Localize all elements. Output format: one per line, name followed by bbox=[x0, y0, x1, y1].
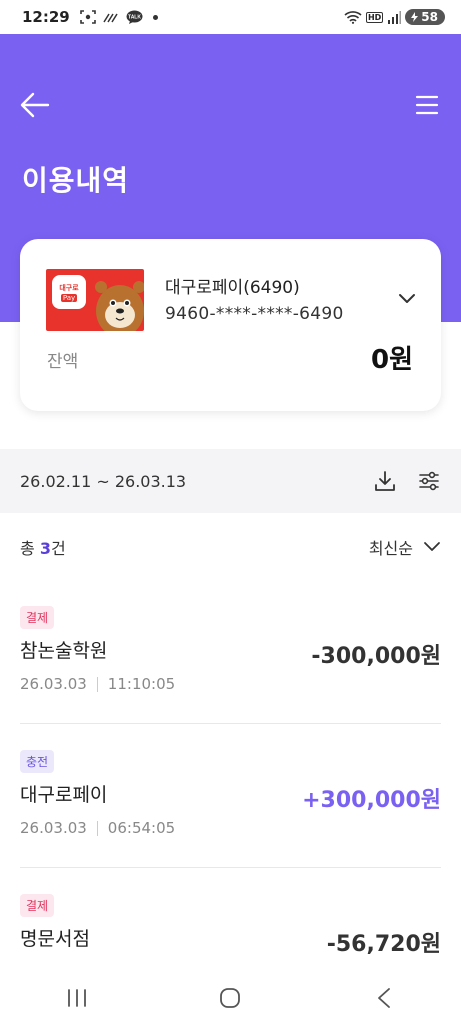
back-nav-button[interactable] bbox=[354, 978, 414, 1018]
battery-level: 58 bbox=[421, 10, 438, 24]
transaction-amount: -56,720원 bbox=[326, 932, 441, 957]
card-image: 대구로 Pay bbox=[46, 269, 144, 331]
card-name: 대구로페이(6490) bbox=[165, 278, 300, 298]
back-nav-icon bbox=[378, 988, 391, 1008]
transaction-name: 대구로페이 bbox=[20, 784, 108, 806]
wifi-icon bbox=[344, 10, 362, 24]
account-card: 대구로 Pay 대구로페이(6490) 9460-****-****-6490 … bbox=[20, 239, 441, 411]
hd-icon: HD bbox=[365, 11, 384, 23]
back-button[interactable] bbox=[18, 90, 52, 120]
transaction-date: 26.03.03 bbox=[20, 819, 87, 837]
transaction-type-badge: 충전 bbox=[20, 750, 55, 773]
screenshot-icon bbox=[79, 10, 96, 24]
page-title: 이용내역 bbox=[22, 164, 130, 197]
status-time: 12:29 bbox=[22, 8, 70, 26]
status-bar: 12:29 TALK HD 58 bbox=[0, 0, 461, 34]
transaction-item[interactable]: 결제 명문서점 -56,720원 bbox=[20, 894, 441, 972]
card-select-dropdown[interactable] bbox=[397, 291, 417, 305]
talk-icon: TALK bbox=[126, 10, 143, 25]
signal-dots-icon bbox=[103, 11, 119, 23]
divider bbox=[96, 676, 98, 692]
balance-label: 잔액 bbox=[47, 352, 79, 372]
chevron-down-icon bbox=[399, 294, 415, 303]
card-number: 9460-****-****-6490 bbox=[165, 304, 344, 324]
transaction-item[interactable]: 결제 참논술학원 26.03.03 11:10:05 -300,000원 bbox=[20, 606, 441, 706]
transaction-datetime: 26.03.03 11:10:05 bbox=[20, 675, 175, 693]
battery-icon: 58 bbox=[405, 9, 445, 25]
total-count-label: 총 3건 bbox=[20, 539, 66, 558]
filter-bar: 26.02.11 ~ 26.03.13 bbox=[0, 449, 461, 513]
home-icon bbox=[220, 988, 241, 1008]
system-nav-bar bbox=[0, 972, 461, 1024]
recent-apps-icon bbox=[67, 989, 86, 1007]
transaction-datetime: 26.03.03 06:54:05 bbox=[20, 819, 175, 837]
summary-row: 총 3건 최신순 bbox=[20, 530, 441, 564]
transaction-name: 명문서점 bbox=[20, 928, 90, 950]
menu-button[interactable] bbox=[413, 92, 441, 118]
download-icon bbox=[375, 471, 395, 491]
transaction-type-badge: 결제 bbox=[20, 606, 55, 629]
transaction-time: 11:10:05 bbox=[107, 675, 176, 693]
filter-settings-icon bbox=[419, 471, 439, 491]
transaction-item[interactable]: 충전 대구로페이 26.03.03 06:54:05 +300,000원 bbox=[20, 750, 441, 850]
svg-text:TALK: TALK bbox=[128, 14, 141, 20]
hamburger-menu-icon bbox=[415, 95, 439, 115]
arrow-left-icon bbox=[20, 92, 50, 118]
transaction-type-badge: 결제 bbox=[20, 894, 55, 917]
transaction-amount: +300,000원 bbox=[302, 788, 441, 813]
transaction-amount: -300,000원 bbox=[311, 644, 441, 669]
home-button[interactable] bbox=[200, 978, 260, 1018]
sort-label: 최신순 bbox=[368, 539, 413, 558]
divider bbox=[20, 723, 441, 724]
balance-value: 0원 bbox=[370, 345, 413, 375]
chevron-down-icon bbox=[424, 542, 440, 551]
total-count: 3 bbox=[39, 539, 51, 558]
divider bbox=[20, 867, 441, 868]
recent-apps-button[interactable] bbox=[47, 978, 107, 1018]
otter-mascot-icon bbox=[95, 281, 144, 331]
divider bbox=[96, 820, 98, 836]
signal-icon bbox=[387, 10, 402, 24]
filter-settings-button[interactable] bbox=[417, 469, 441, 493]
notification-dot-icon bbox=[152, 14, 158, 20]
sort-dropdown[interactable]: 최신순 bbox=[369, 535, 441, 559]
transaction-time: 06:54:05 bbox=[107, 819, 176, 837]
transaction-date: 26.03.03 bbox=[20, 675, 87, 693]
download-button[interactable] bbox=[373, 469, 397, 493]
date-range[interactable]: 26.02.11 ~ 26.03.13 bbox=[20, 472, 186, 491]
transaction-name: 참논술학원 bbox=[20, 640, 108, 662]
